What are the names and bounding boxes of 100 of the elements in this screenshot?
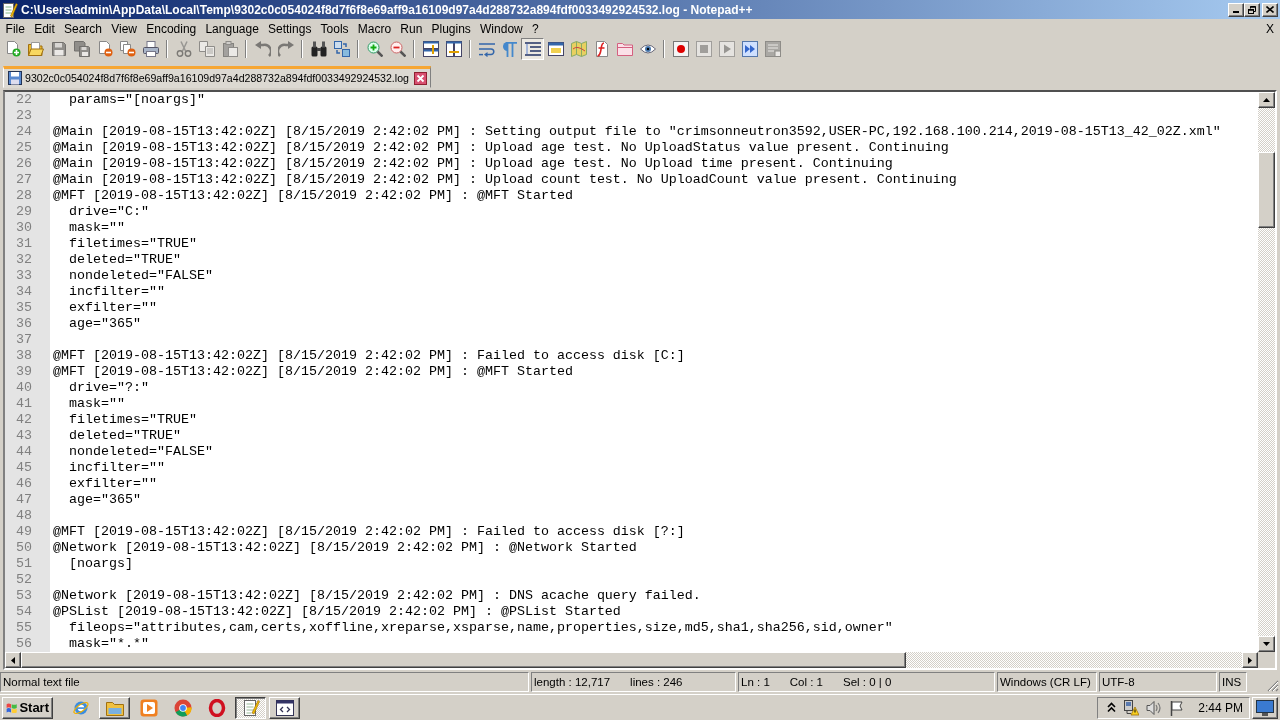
line-number: 55 xyxy=(16,620,32,635)
restore-icon xyxy=(1248,5,1256,14)
magnifier-minus-icon xyxy=(389,41,406,57)
scissors-icon xyxy=(175,41,192,57)
menu-item[interactable]: View xyxy=(106,20,142,37)
folder-outline-icon xyxy=(616,41,633,57)
speaker-icon[interactable] xyxy=(1146,699,1163,716)
menu-item[interactable]: Run xyxy=(395,20,427,37)
line-number: 28 xyxy=(16,188,32,203)
line-number: 38 xyxy=(16,348,32,363)
eye-icon xyxy=(639,41,656,57)
record-icon xyxy=(672,41,689,57)
network-warning-icon[interactable] xyxy=(1123,699,1140,716)
code-line: incfilter="" xyxy=(68,284,165,299)
menu-item[interactable]: Encoding xyxy=(141,20,201,37)
line-number: 47 xyxy=(16,492,32,507)
line-number: 33 xyxy=(16,268,32,283)
line-number: 25 xyxy=(16,140,32,155)
taskbar-button[interactable] xyxy=(235,696,266,719)
notepad-icon xyxy=(241,698,260,717)
chevron-up-icon[interactable] xyxy=(1107,702,1117,713)
scroll-right-button[interactable] xyxy=(1242,652,1258,668)
close-icon[interactable] xyxy=(413,71,427,85)
indent-guide-button[interactable] xyxy=(521,38,544,60)
floppy-disks-icon xyxy=(73,41,90,57)
file-tab[interactable]: 9302c0c054024f8d7f6f8e69aff9a16109d97a4d288732a894fdf0033492924532.log xyxy=(3,66,431,88)
new-page-icon xyxy=(4,41,21,57)
page-function-icon xyxy=(593,41,610,57)
code-line: fileops="attributes,cam,certs,xoffline,xreparse,xsparse,name,properties,size,md5,sha1,sha256,sid,owner" xyxy=(68,620,893,635)
line-number: 30 xyxy=(16,220,32,235)
code-line: exfilter="" xyxy=(68,476,157,491)
code-line: @Network [2019-08-15T13:42:02Z] [8/15/2019 2:42:02 PM] : @Network Started xyxy=(53,540,637,555)
code-line: @Main [2019-08-15T13:42:02Z] [8/15/2019 2:42:02 PM] : Upload age test. No UploadStatus value present. Continuing xyxy=(53,140,949,155)
monitor-icon xyxy=(1256,699,1274,716)
scrollbar-corner xyxy=(1258,652,1275,668)
menu-item[interactable]: Plugins xyxy=(426,20,476,37)
scroll-left-button[interactable] xyxy=(5,652,21,668)
page-minus-icon xyxy=(96,41,113,57)
line-number: 23 xyxy=(16,108,32,123)
clipboard-icon xyxy=(221,41,238,57)
line-number: 34 xyxy=(16,284,32,299)
vertical-scrollbar[interactable] xyxy=(1258,92,1275,652)
scroll-up-button[interactable] xyxy=(1258,92,1275,108)
status-text: Sel : 0 | 0 xyxy=(843,676,892,688)
menu-item[interactable]: ? xyxy=(527,20,544,37)
line-number: 43 xyxy=(16,428,32,443)
play-icon xyxy=(718,41,735,57)
close-window-button[interactable] xyxy=(1262,2,1278,17)
code-line: deleted="TRUE" xyxy=(68,428,181,443)
squares-arrow-icon xyxy=(333,41,350,57)
scroll-down-button[interactable] xyxy=(1258,636,1275,652)
code-line: drive="C:" xyxy=(68,204,149,219)
up-arrow-icon xyxy=(1263,98,1270,102)
status-text: Col : 1 xyxy=(789,676,824,688)
scrollbar-thumb[interactable] xyxy=(1258,152,1275,228)
status-text: Windows (CR LF) xyxy=(1000,676,1091,688)
line-number: 46 xyxy=(16,476,32,491)
flag-icon[interactable] xyxy=(1169,699,1184,716)
menu-item[interactable]: Settings xyxy=(263,20,316,37)
fast-forward-icon xyxy=(741,41,758,57)
line-number: 51 xyxy=(16,556,32,571)
folder-icon xyxy=(27,41,44,57)
line-number: 49 xyxy=(16,524,32,539)
code-line: mask="" xyxy=(68,220,125,235)
line-number: 39 xyxy=(16,364,32,379)
menu-item[interactable]: Edit xyxy=(29,20,60,37)
line-number: 41 xyxy=(16,396,32,411)
menu-item[interactable]: File xyxy=(1,20,30,37)
scrollbar-thumb[interactable] xyxy=(21,652,906,668)
menu-item[interactable]: Language xyxy=(200,20,264,37)
horizontal-scrollbar[interactable] xyxy=(5,652,1258,668)
line-number: 37 xyxy=(16,332,32,347)
close-document-button[interactable]: X xyxy=(1264,21,1276,36)
line-number: 48 xyxy=(16,508,32,523)
line-number: 56 xyxy=(16,636,32,651)
binoculars-icon xyxy=(310,41,327,57)
code-window-icon xyxy=(275,698,294,717)
line-number: 35 xyxy=(16,300,32,315)
code-line: mask="*.*" xyxy=(68,636,149,651)
side-by-side-windows-icon xyxy=(445,41,462,57)
redo-icon xyxy=(277,41,294,57)
menu-item[interactable]: Search xyxy=(59,20,107,37)
macro-list-icon xyxy=(764,41,781,57)
show-desktop-button[interactable] xyxy=(1252,696,1278,719)
code-line: params="[noargs]" xyxy=(68,92,205,107)
menu-item[interactable]: Window xyxy=(475,20,528,37)
code-line: @MFT [2019-08-15T13:42:02Z] [8/15/2019 2:42:02 PM] : Failed to access disk [C:] xyxy=(53,348,685,363)
map-icon xyxy=(570,41,587,57)
line-number: 53 xyxy=(16,588,32,603)
start-button[interactable]: Start xyxy=(2,696,53,719)
code-line: @Main [2019-08-15T13:42:02Z] [8/15/2019 2:42:02 PM] : Upload age test. No Upload time present. Continuing xyxy=(53,156,893,171)
code-line: exfilter="" xyxy=(68,300,157,315)
minimize-button[interactable] xyxy=(1228,2,1244,17)
code-line: nondeleted="FALSE" xyxy=(68,444,213,459)
menu-item[interactable]: Macro xyxy=(353,20,396,37)
code-line: @Main [2019-08-15T13:42:02Z] [8/15/2019 2:42:02 PM] : Upload count test. No UploadCount value present. Continuing xyxy=(53,172,957,187)
menu-item[interactable]: Tools xyxy=(315,20,354,37)
minimize-icon xyxy=(1233,11,1239,13)
code-line: nondeleted="FALSE" xyxy=(68,268,213,283)
restore-button[interactable] xyxy=(1244,2,1260,17)
